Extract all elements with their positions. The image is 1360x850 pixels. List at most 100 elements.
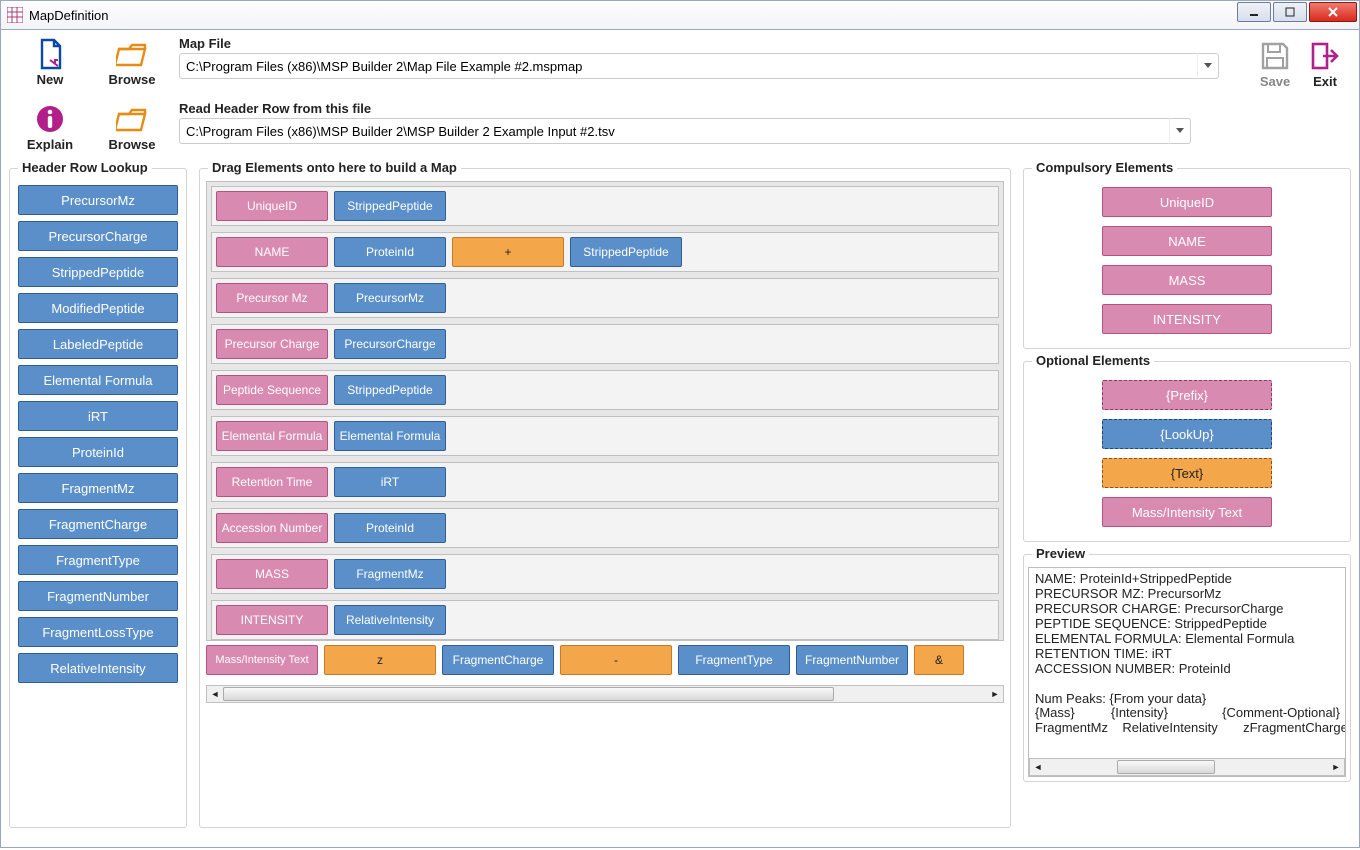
build-row[interactable]: Elemental FormulaElemental Formula — [211, 416, 999, 456]
chip-precursor-charge[interactable]: Precursor Charge — [216, 329, 328, 359]
compulsory-group: Compulsory Elements UniqueIDNAMEMASSINTE… — [1023, 168, 1351, 349]
chip-relativeintensity[interactable]: RelativeIntensity — [18, 653, 178, 683]
chip--[interactable]: - — [560, 645, 672, 675]
compulsory-title: Compulsory Elements — [1032, 160, 1177, 175]
chip--text-[interactable]: {Text} — [1102, 458, 1272, 488]
chip-name[interactable]: NAME — [216, 237, 328, 267]
chip--[interactable]: + — [452, 237, 564, 267]
header-lookup-group: Header Row Lookup PrecursorMzPrecursorCh… — [9, 168, 187, 828]
chip-fragmentmz[interactable]: FragmentMz — [18, 473, 178, 503]
build-row[interactable]: Precursor MzPrecursorMz — [211, 278, 999, 318]
browse-mapfile-button[interactable]: Browse — [91, 36, 173, 89]
chip-precursormz[interactable]: PrecursorMz — [334, 283, 446, 313]
chip-precursorcharge[interactable]: PrecursorCharge — [334, 329, 446, 359]
chip-fragmenttype[interactable]: FragmentType — [18, 545, 178, 575]
chip-elemental-formula[interactable]: Elemental Formula — [334, 421, 446, 451]
chip-fragmentmz[interactable]: FragmentMz — [334, 559, 446, 589]
preview-text: NAME: ProteinId+StrippedPeptide PRECURSO… — [1035, 572, 1339, 736]
chip-irt[interactable]: iRT — [18, 401, 178, 431]
chip-strippedpeptide[interactable]: StrippedPeptide — [334, 375, 446, 405]
chip-name[interactable]: NAME — [1102, 226, 1272, 256]
preview-title: Preview — [1032, 546, 1089, 561]
chip-precursor-mz[interactable]: Precursor Mz — [216, 283, 328, 313]
build-map-title: Drag Elements onto here to build a Map — [208, 160, 461, 175]
save-icon — [1259, 40, 1291, 72]
explain-label: Explain — [27, 137, 73, 152]
chip-labeledpeptide[interactable]: LabeledPeptide — [18, 329, 178, 359]
map-file-input[interactable] — [179, 53, 1197, 79]
chip--prefix-[interactable]: {Prefix} — [1102, 380, 1272, 410]
chip-mass-intensity-text[interactable]: Mass/Intensity Text — [1102, 497, 1272, 527]
chip-elemental-formula[interactable]: Elemental Formula — [18, 365, 178, 395]
preview-hscroll[interactable]: ◄ ► — [1029, 758, 1345, 776]
chip-mass[interactable]: MASS — [216, 559, 328, 589]
build-row-mass-intensity[interactable]: Mass/Intensity TextzFragmentCharge-Fragm… — [206, 641, 1004, 679]
preview-group: Preview NAME: ProteinId+StrippedPeptide … — [1023, 554, 1351, 782]
chip-proteinid[interactable]: ProteinId — [334, 237, 446, 267]
app-icon — [7, 7, 23, 23]
build-row[interactable]: Peptide SequenceStrippedPeptide — [211, 370, 999, 410]
chip-strippedpeptide[interactable]: StrippedPeptide — [18, 257, 178, 287]
chip-fragmentlosstype[interactable]: FragmentLossType — [18, 617, 178, 647]
map-file-label: Map File — [179, 36, 1219, 51]
header-file-dropdown[interactable] — [1169, 118, 1191, 144]
browse-headerfile-button[interactable]: Browse — [91, 101, 173, 152]
chip-mass-intensity-text[interactable]: Mass/Intensity Text — [206, 645, 318, 675]
folder-open-icon — [116, 38, 148, 70]
chip--lookup-[interactable]: {LookUp} — [1102, 419, 1272, 449]
chip-precursorcharge[interactable]: PrecursorCharge — [18, 221, 178, 251]
chip-fragmentcharge[interactable]: FragmentCharge — [18, 509, 178, 539]
chip-intensity[interactable]: INTENSITY — [216, 605, 328, 635]
build-row[interactable]: Accession NumberProteinId — [211, 508, 999, 548]
build-row[interactable]: UniqueIDStrippedPeptide — [211, 186, 999, 226]
build-row[interactable]: NAMEProteinId+StrippedPeptide — [211, 232, 999, 272]
chip-fragmenttype[interactable]: FragmentType — [678, 645, 790, 675]
chip-fragmentnumber[interactable]: FragmentNumber — [796, 645, 908, 675]
new-file-icon — [34, 38, 66, 70]
chip-irt[interactable]: iRT — [334, 467, 446, 497]
chip-fragmentcharge[interactable]: FragmentCharge — [442, 645, 554, 675]
build-row[interactable]: MASSFragmentMz — [211, 554, 999, 594]
build-map-group: Drag Elements onto here to build a Map U… — [199, 168, 1011, 828]
folder-open-icon — [116, 103, 148, 135]
build-hscroll[interactable]: ◄ ► — [206, 685, 1004, 703]
save-button[interactable]: Save — [1259, 38, 1291, 89]
chip-proteinid[interactable]: ProteinId — [18, 437, 178, 467]
save-label: Save — [1260, 74, 1290, 89]
chip-intensity[interactable]: INTENSITY — [1102, 304, 1272, 334]
maximize-button[interactable] — [1273, 2, 1307, 22]
new-button[interactable]: New — [9, 36, 91, 89]
chip--[interactable]: & — [914, 645, 964, 675]
chip-z[interactable]: z — [324, 645, 436, 675]
chip-peptide-sequence[interactable]: Peptide Sequence — [216, 375, 328, 405]
close-button[interactable] — [1309, 2, 1357, 22]
chip-retention-time[interactable]: Retention Time — [216, 467, 328, 497]
optional-title: Optional Elements — [1032, 353, 1154, 368]
preview-box: NAME: ProteinId+StrippedPeptide PRECURSO… — [1028, 567, 1346, 777]
chip-elemental-formula[interactable]: Elemental Formula — [216, 421, 328, 451]
map-file-dropdown[interactable] — [1197, 53, 1219, 79]
chip-accession-number[interactable]: Accession Number — [216, 513, 328, 543]
chip-modifiedpeptide[interactable]: ModifiedPeptide — [18, 293, 178, 323]
chip-uniqueid[interactable]: UniqueID — [1102, 187, 1272, 217]
chip-precursormz[interactable]: PrecursorMz — [18, 185, 178, 215]
build-row[interactable]: Retention TimeiRT — [211, 462, 999, 502]
exit-button[interactable]: Exit — [1309, 38, 1341, 89]
window-title: MapDefinition — [29, 8, 1237, 23]
minimize-button[interactable] — [1237, 2, 1271, 22]
build-area[interactable]: UniqueIDStrippedPeptideNAMEProteinId+Str… — [206, 181, 1004, 641]
explain-button[interactable]: Explain — [9, 101, 91, 152]
header-file-label: Read Header Row from this file — [179, 101, 1191, 116]
header-file-input[interactable] — [179, 118, 1169, 144]
build-row[interactable]: INTENSITYRelativeIntensity — [211, 600, 999, 640]
chip-strippedpeptide[interactable]: StrippedPeptide — [334, 191, 446, 221]
exit-label: Exit — [1313, 74, 1337, 89]
chip-fragmentnumber[interactable]: FragmentNumber — [18, 581, 178, 611]
chip-proteinid[interactable]: ProteinId — [334, 513, 446, 543]
chip-relativeintensity[interactable]: RelativeIntensity — [334, 605, 446, 635]
chip-mass[interactable]: MASS — [1102, 265, 1272, 295]
new-label: New — [37, 72, 64, 87]
chip-uniqueid[interactable]: UniqueID — [216, 191, 328, 221]
build-row[interactable]: Precursor ChargePrecursorCharge — [211, 324, 999, 364]
chip-strippedpeptide[interactable]: StrippedPeptide — [570, 237, 682, 267]
